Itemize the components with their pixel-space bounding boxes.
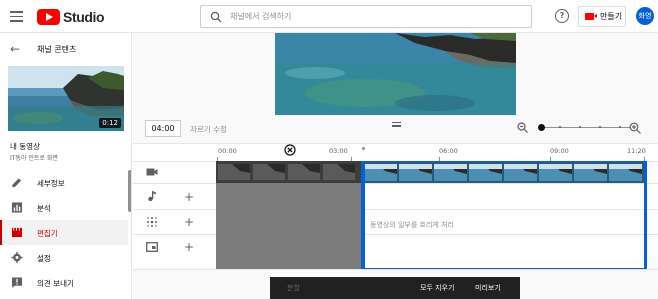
ruler-label: 11:20 xyxy=(627,147,646,155)
pencil-icon xyxy=(12,178,22,188)
preview-frame xyxy=(275,33,516,115)
create-label: 만들기 xyxy=(600,12,623,21)
zoom-step-dot xyxy=(579,126,581,128)
video-thumbnail[interactable]: 0:12 xyxy=(8,66,124,131)
end-screen-icon xyxy=(146,242,158,252)
sidebar-item-label: 의견 보내기 xyxy=(37,279,74,288)
current-time: 04:00 xyxy=(145,120,181,137)
timeline[interactable]: 00:00 03:00 06:00 09:00 11:20 + + + 동영상의… xyxy=(133,143,658,270)
trim-handle-left[interactable] xyxy=(361,161,365,269)
add-blur-button[interactable]: + xyxy=(184,216,194,228)
zoom-slider-track[interactable] xyxy=(538,127,630,128)
zoom-out-icon[interactable] xyxy=(517,122,528,133)
sidebar-item-label: 설정 xyxy=(37,254,51,263)
studio-logo[interactable]: Studio xyxy=(37,8,105,25)
sidebar-item-label: 세부정보 xyxy=(37,179,65,188)
analytics-icon xyxy=(11,202,23,213)
close-circle-icon[interactable] xyxy=(284,144,296,156)
ruler-label: 03:00 xyxy=(329,147,348,155)
video-track-icon xyxy=(146,168,158,176)
video-duration: 0:12 xyxy=(99,118,121,128)
editor-main: 04:00 자르기 수정 00:00 03:00 06:00 09:00 11:… xyxy=(133,33,658,299)
youtube-play-icon xyxy=(37,8,60,25)
brand-text: Studio xyxy=(63,8,105,25)
music-icon xyxy=(148,191,156,202)
channel-content-label: 채널 콘텐츠 xyxy=(37,45,77,54)
sidebar-item-label: 편집기 xyxy=(37,229,58,238)
video-subtitle: IT동아 인트로 화면 xyxy=(10,155,58,162)
playhead-marker[interactable] xyxy=(362,147,365,150)
film-icon xyxy=(11,227,23,238)
add-end-screen-button[interactable]: + xyxy=(184,241,194,253)
add-audio-button[interactable]: + xyxy=(184,191,194,203)
video-preview[interactable] xyxy=(275,33,516,115)
split-button[interactable]: 분할 xyxy=(287,283,300,293)
zoom-step-dot xyxy=(599,126,601,128)
top-bar: Studio ? 만들기 화영 xyxy=(0,0,658,33)
track-divider xyxy=(133,269,658,270)
zoom-step-dot xyxy=(619,126,621,128)
sidebar-item-feedback[interactable]: 의견 보내기 xyxy=(0,270,128,295)
sidebar-item-settings[interactable]: 설정 xyxy=(0,245,128,270)
ruler-label: 06:00 xyxy=(439,147,458,155)
zoom-in-icon[interactable] xyxy=(629,122,641,134)
video-strip xyxy=(363,162,645,183)
search-box[interactable] xyxy=(200,5,532,28)
sidebar-nav: 세부정보 분석 편집기 설정 의견 보내기 xyxy=(0,170,128,295)
feedback-icon xyxy=(11,277,23,288)
gear-icon xyxy=(11,252,23,263)
action-bar: 분할 모두 지우기 미리보기 xyxy=(270,277,520,299)
zoom-step-dot xyxy=(559,126,561,128)
create-button[interactable]: 만들기 xyxy=(578,6,626,27)
search-icon xyxy=(210,11,222,23)
blur-icon xyxy=(147,217,157,227)
search-input[interactable] xyxy=(230,9,520,24)
blur-hint: 동영상의 일부를 흐리게 처리 xyxy=(370,221,454,229)
zoom-slider-knob[interactable] xyxy=(538,124,545,131)
help-icon[interactable]: ? xyxy=(555,9,569,23)
drag-handle-icon[interactable] xyxy=(392,122,401,128)
clear-all-button[interactable]: 모두 지우기 xyxy=(420,283,454,293)
sidebar-scrollbar[interactable] xyxy=(128,170,131,212)
back-arrow-icon[interactable]: ← xyxy=(10,43,20,55)
sidebar-item-analytics[interactable]: 분석 xyxy=(0,195,128,220)
trim-button[interactable]: 자르기 수정 xyxy=(190,124,227,135)
sidebar-item-label: 분석 xyxy=(37,204,51,213)
sidebar-item-details[interactable]: 세부정보 xyxy=(0,170,128,195)
video-title: 내 동영상 xyxy=(10,142,40,151)
back-to-content[interactable]: ← 채널 콘텐츠 xyxy=(0,41,131,57)
menu-icon[interactable] xyxy=(10,11,23,22)
ruler-label: 00:00 xyxy=(218,147,237,155)
trimmed-video-strip xyxy=(216,161,362,183)
trim-handle-right[interactable] xyxy=(644,161,647,269)
avatar[interactable]: 화영 xyxy=(636,7,654,25)
preview-button[interactable]: 미리보기 xyxy=(475,283,501,293)
sidebar: ← 채널 콘텐츠 0:12 내 동영상 IT동아 인트로 화면 세부정보 분석 … xyxy=(0,33,132,299)
sidebar-item-editor[interactable]: 편집기 xyxy=(0,220,128,245)
ruler-label: 09:00 xyxy=(550,147,569,155)
video-camera-icon xyxy=(585,13,597,20)
